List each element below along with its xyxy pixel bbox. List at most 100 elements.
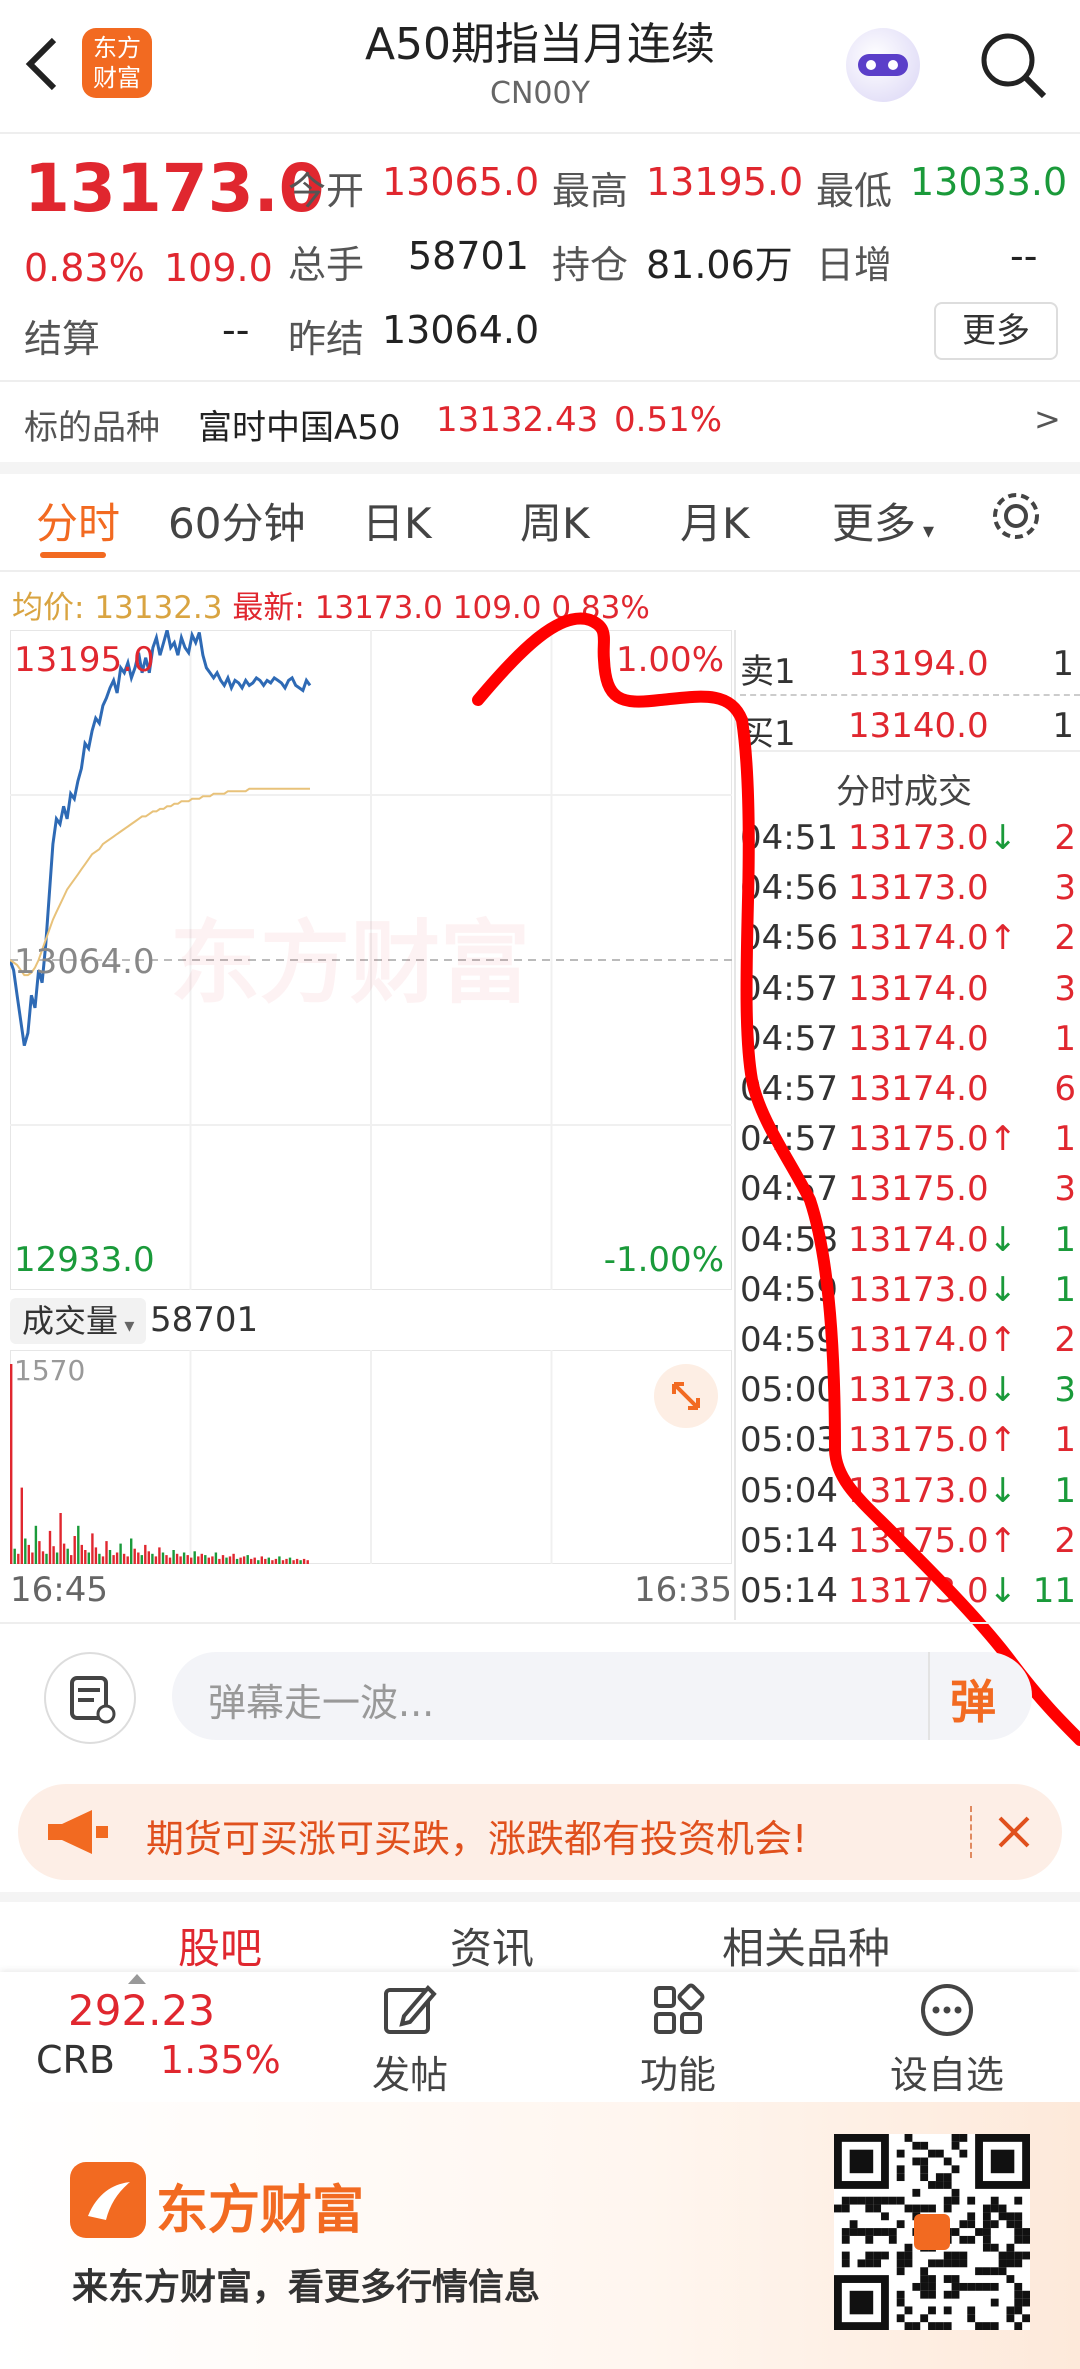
tab-indicator [40, 552, 106, 558]
arrow-up-icon: ↑ [988, 1320, 1018, 1360]
volume-bar [59, 1513, 62, 1564]
qr-code[interactable] [834, 2134, 1030, 2330]
qr-module [928, 2322, 936, 2330]
qr-module [841, 2251, 850, 2260]
volume-bar [112, 1555, 115, 1564]
qr-module [951, 2165, 960, 2174]
trade-price: 13175.0↑ [848, 1119, 1018, 1160]
danmaku-input[interactable]: 弹幕走一波... 弹 [172, 1652, 1032, 1740]
y-axis-right-high: 1.00% [615, 640, 724, 680]
trade-time: 04:57 [740, 1119, 838, 1160]
expand-icon[interactable] [654, 1364, 718, 1428]
volume-selector[interactable]: 成交量 ▾ [10, 1298, 147, 1344]
qr-module [912, 2157, 921, 2166]
trade-price: 13174.0 [848, 1018, 989, 1059]
qr-module [928, 2204, 936, 2213]
volume-label: 总手 [288, 243, 365, 287]
crb-ticker[interactable]: 292.23 CRB 1.35% [24, 1972, 284, 2102]
qr-module [990, 2204, 999, 2213]
volume-bar [101, 1556, 105, 1564]
volume-bar [126, 1556, 129, 1564]
volume-bar [52, 1546, 55, 1564]
trade-price: 13173.0↓ [848, 1470, 1018, 1511]
qr-module [873, 2259, 882, 2268]
volume-bar [66, 1548, 69, 1564]
volume-bar [17, 1553, 20, 1564]
more-button[interactable]: 更多 [934, 302, 1058, 360]
qr-module [1022, 2290, 1030, 2299]
prev-settle-label: 昨结 [288, 317, 365, 361]
underlying-row[interactable]: 标的品种 富时中国A50 13132.43 0.51% > [0, 384, 1080, 458]
qr-module [951, 2188, 960, 2197]
qr-module [920, 2314, 929, 2323]
robot-avatar-icon[interactable] [846, 28, 920, 102]
promo-divider [970, 1806, 974, 1858]
tab-related[interactable]: 相关品种 [722, 1915, 890, 1976]
qr-module [967, 2220, 976, 2229]
qr-module [975, 2322, 983, 2330]
y-axis-high: 13195.0 [14, 640, 155, 680]
qr-module [873, 2251, 882, 2260]
qr-module [888, 2196, 897, 2205]
volume-bar [197, 1556, 200, 1564]
tab-news[interactable]: 资讯 [450, 1915, 534, 1976]
arrow-down-icon: ↓ [988, 1269, 1018, 1310]
add-watchlist-button[interactable]: 设自选 [872, 1980, 1022, 2100]
qr-module [943, 2275, 952, 2283]
volume-bar [172, 1550, 175, 1564]
tab-guba[interactable]: 股吧 [178, 1915, 262, 1976]
tab-daily-k[interactable]: 日K [362, 490, 432, 551]
trade-volume: 1 [1054, 1420, 1076, 1461]
trade-time: 04:51 [740, 818, 838, 858]
low-value: 13033.0 [910, 160, 1068, 204]
danmaku-send-button[interactable]: 弹 [950, 1666, 996, 1732]
tab-monthly-k[interactable]: 月K [680, 490, 750, 551]
qr-finder-core [849, 2290, 874, 2315]
volume-bar [228, 1556, 232, 1564]
tab-weekly-k[interactable]: 周K [520, 490, 590, 551]
danmaku-list-icon[interactable] [44, 1652, 136, 1744]
last-price: 13173.0 [24, 150, 325, 227]
volume-bar [137, 1552, 140, 1564]
qr-module [1014, 2282, 1023, 2291]
volume-bar [271, 1560, 274, 1564]
qr-module [1006, 2243, 1015, 2252]
contract-code: CN00Y [490, 76, 590, 111]
trade-time: 04:59 [740, 1269, 838, 1310]
close-icon[interactable] [994, 1812, 1034, 1852]
dropdown-icon: ▾ [916, 519, 935, 544]
volume-max-label: 1570 [14, 1354, 86, 1387]
volume-bar [38, 1541, 41, 1564]
qr-module [857, 2259, 866, 2268]
qr-module [912, 2188, 921, 2197]
settings-gear-icon[interactable] [988, 488, 1044, 544]
function-button[interactable]: 功能 [618, 1980, 738, 2100]
volume-bar [84, 1550, 87, 1564]
chart-info-line: 均价: 13132.3 最新: 13173.0 109.0 0.83% [12, 582, 650, 627]
trade-volume: 2 [1054, 818, 1076, 858]
qr-module [1014, 2259, 1023, 2268]
tab-60min[interactable]: 60分钟 [168, 490, 305, 551]
qr-module [951, 2290, 960, 2299]
trade-row: 04:56 13174.0↑ 2 [740, 918, 1080, 968]
qr-module [990, 2322, 999, 2330]
promo-banner[interactable]: 期货可买涨可买跌，涨跌都有投资机会! [18, 1784, 1062, 1880]
trade-volume: 2 [1054, 1320, 1076, 1360]
qr-module [928, 2149, 936, 2158]
tab-timeshare[interactable]: 分时 [36, 490, 120, 551]
search-icon[interactable] [978, 30, 1048, 100]
qr-module [881, 2196, 889, 2205]
volume-bar [246, 1555, 249, 1564]
qr-module [849, 2220, 858, 2229]
price-chart[interactable]: 东方财富 13195.0 13064.0 12933.0 1.00% -1.00… [10, 630, 732, 1290]
qr-module [888, 2228, 897, 2236]
volume-bar [295, 1558, 299, 1564]
trade-volume: 11 [1032, 1571, 1076, 1611]
trade-volume: 3 [1054, 1169, 1076, 1210]
high-label: 最高 [552, 169, 629, 213]
volume-bar [292, 1560, 295, 1564]
tab-more[interactable]: 更多 ▾ [832, 490, 934, 551]
volume-bar [182, 1552, 186, 1564]
book-divider [740, 694, 1080, 696]
post-button[interactable]: 发帖 [350, 1980, 470, 2100]
